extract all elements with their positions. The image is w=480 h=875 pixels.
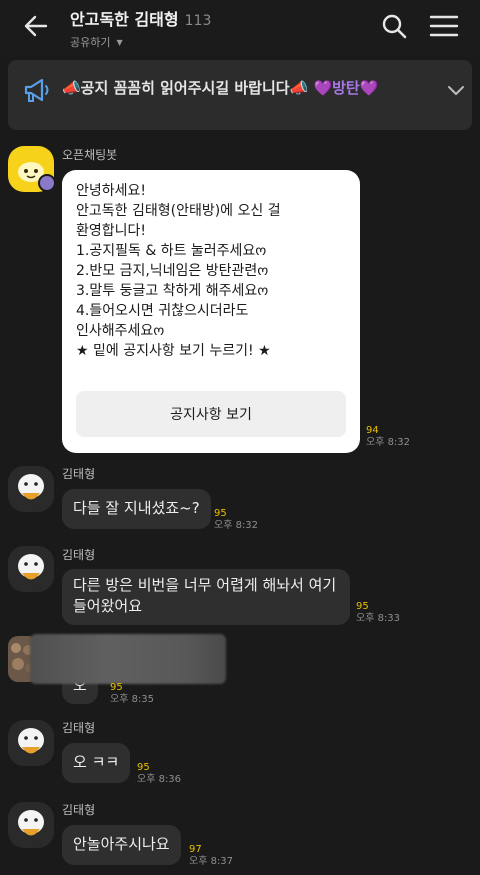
hamburger-menu-icon[interactable] (428, 12, 460, 40)
message-time: 오후 8:32 (214, 520, 259, 531)
room-title-block[interactable]: 안고독한 김태형 113 공유하기 ▼ (70, 6, 211, 50)
bot-welcome-card: 안녕하세요! 안고독한 김태형(안태방)에 오신 걸 환영합니다! 1.공지필독… (62, 170, 360, 453)
share-label: 공유하기 (70, 36, 111, 49)
notice-main-text: 📣공지 꼼꼼히 읽어주시길 바랍니다📣 (62, 79, 314, 97)
bot-line: 환영합니다! (76, 223, 147, 239)
bot-line: 4.들어오시면 귀찮으시더라도 (76, 303, 249, 319)
unread-count: 97 (189, 844, 202, 855)
bot-sender-name: 오픈채팅봇 (62, 148, 118, 162)
unread-count: 95 (137, 762, 150, 773)
message-meta: 97 오후 8:37 (189, 844, 233, 868)
bot-line: 인사해주세요ო (76, 323, 165, 339)
search-icon[interactable] (380, 12, 408, 40)
message-bubble[interactable]: 오 ㅋㅋ (62, 743, 131, 783)
bot-line: 안고독한 김태형(안태방)에 오신 걸 (76, 203, 281, 219)
bot-line: 1.공지필독 & 하트 눌러주세요ო (76, 243, 267, 259)
bot-line: 3.말투 둥글고 착하게 해주세요ო (76, 283, 269, 299)
duck-avatar-icon (18, 474, 44, 500)
message-bubble[interactable]: 안놀아주시나요 (62, 825, 181, 865)
message-line: 들어왔어요 (73, 597, 143, 615)
unread-count: 95 (214, 508, 227, 519)
message-time: 오후 8:36 (137, 774, 182, 785)
chat-header: 안고독한 김태형 113 공유하기 ▼ (0, 0, 480, 55)
message-meta: 95 오후 8:32 (214, 508, 258, 532)
unread-count: 94 (366, 425, 379, 436)
sender-name: 김태형 (62, 803, 96, 817)
user-avatar[interactable] (8, 466, 54, 512)
caret-down-icon: ▼ (116, 37, 123, 47)
message-time: 오후 8:37 (189, 856, 234, 867)
bot-message-meta: 94 오후 8:32 (366, 425, 410, 449)
user-avatar[interactable] (8, 546, 54, 592)
unread-count: 95 (356, 601, 369, 612)
message-line: 다른 방은 비번을 너무 어렵게 해놔서 여기 (73, 576, 337, 594)
message-meta: 95 오후 8:33 (356, 601, 400, 625)
message-time: 오후 8:32 (366, 437, 411, 448)
sender-name: 김태형 (62, 548, 96, 562)
message-bubble[interactable]: 다른 방은 비번을 너무 어렵게 해놔서 여기 들어왔어요 (62, 569, 350, 625)
duck-avatar-icon (18, 554, 44, 580)
user-avatar[interactable] (8, 802, 54, 848)
view-notice-button[interactable]: 공지사항 보기 (76, 391, 346, 437)
user-avatar[interactable] (8, 720, 54, 766)
notice-accent-text: 💜방탄💜 (313, 79, 379, 97)
sender-name: 김태형 (62, 467, 96, 481)
redaction-overlay (30, 634, 226, 684)
pinned-notice[interactable]: 📣공지 꼼꼼히 읽어주시길 바랍니다📣 💜방탄💜 (8, 60, 472, 130)
notice-text: 📣공지 꼼꼼히 읽어주시길 바랍니다📣 💜방탄💜 (62, 77, 378, 98)
bot-line: ★ 밑에 공지사항 보기 누르기! ★ (76, 343, 271, 359)
room-title: 안고독한 김태형 (70, 10, 179, 29)
sender-name: 김태형 (62, 721, 96, 735)
member-count: 113 (184, 13, 212, 29)
bot-line: 안녕하세요! (76, 183, 147, 199)
duck-avatar-icon (18, 810, 44, 836)
unread-count: 95 (110, 682, 123, 693)
back-arrow-icon[interactable] (22, 12, 50, 40)
bot-line: 2.반모 금지,닉네임은 방탄관련ო (76, 263, 269, 279)
bot-badge-icon (38, 174, 56, 192)
message-time: 오후 8:35 (110, 694, 155, 705)
message-meta: 95 오후 8:35 (110, 682, 154, 706)
bot-welcome-text: 안녕하세요! 안고독한 김태형(안태방)에 오신 걸 환영합니다! 1.공지필독… (76, 181, 281, 361)
message-bubble[interactable]: 다들 잘 지내셨죠~? (62, 489, 211, 529)
message-time: 오후 8:33 (356, 613, 401, 624)
message-meta: 95 오후 8:36 (137, 762, 181, 786)
chevron-down-icon[interactable] (446, 80, 466, 100)
duck-avatar-icon (18, 728, 44, 754)
share-dropdown[interactable]: 공유하기 ▼ (70, 34, 211, 50)
megaphone-icon (24, 78, 49, 102)
